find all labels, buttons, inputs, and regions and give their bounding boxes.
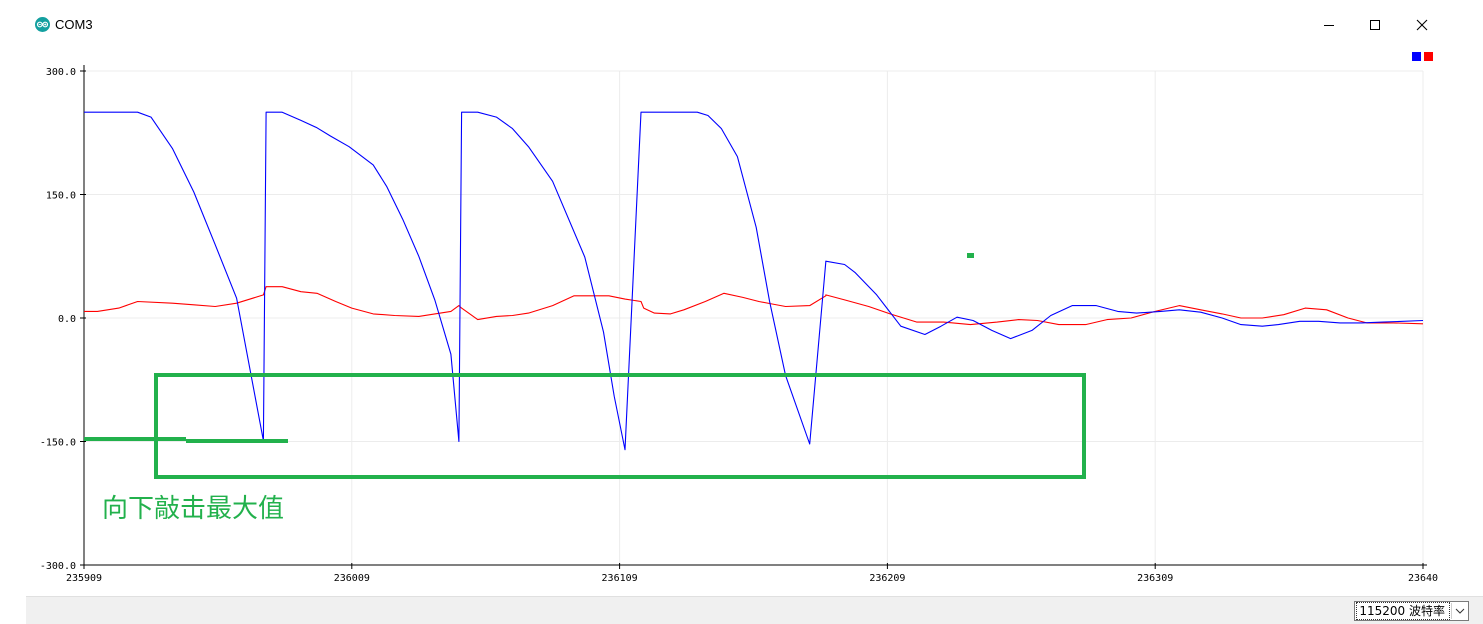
- annotation-label: 向下敲击最大值: [102, 494, 284, 524]
- chevron-down-icon[interactable]: [1451, 603, 1468, 619]
- x-tick-label: 235909: [66, 573, 102, 584]
- annotation-dot: [967, 253, 974, 258]
- minimize-icon[interactable]: [1316, 14, 1342, 36]
- x-tick-label: 236209: [869, 573, 905, 584]
- x-tick-label: 23640: [1408, 573, 1438, 584]
- x-tick-label: 236009: [334, 573, 370, 584]
- annotation: 向下敲击最大值: [84, 253, 1086, 524]
- x-tick-label: 236109: [602, 573, 638, 584]
- window-title: COM3: [55, 17, 93, 32]
- plot-series: [84, 111, 1424, 451]
- series-line-1: [84, 111, 1424, 451]
- plot-area: 300.0 150.0 0.0 -150.0 -300.0 235909 236009 236…: [26, 50, 1483, 596]
- legend: [1412, 52, 1433, 61]
- legend-swatch-1: [1412, 52, 1421, 61]
- close-icon[interactable]: [1409, 14, 1435, 36]
- serial-plotter-window: COM3 300.0 150.0 0.0 -150.0 -300.0 235909 2360…: [0, 0, 1483, 624]
- baud-rate-value: 115200 波特率: [1356, 602, 1450, 620]
- serial-plot-chart: 300.0 150.0 0.0 -150.0 -300.0235909 236009 236…: [40, 52, 1438, 584]
- y-tick-label: 150.0: [46, 191, 76, 202]
- bottom-bar: 115200 波特率: [26, 596, 1483, 624]
- title-bar[interactable]: COM3: [26, 0, 1483, 50]
- x-tick-label: 236309: [1137, 573, 1173, 584]
- series-line-2: [84, 286, 1424, 326]
- y-tick-label: -150.0: [40, 438, 76, 449]
- legend-swatch-2: [1424, 52, 1433, 61]
- arduino-icon: [35, 17, 50, 32]
- baud-rate-select[interactable]: 115200 波特率: [1354, 601, 1469, 621]
- y-tick-label: 0.0: [58, 314, 76, 325]
- y-tick-label: -300.0: [40, 561, 76, 572]
- left-edge: [0, 0, 27, 624]
- y-tick-label: 300.0: [46, 67, 76, 78]
- maximize-icon[interactable]: [1362, 14, 1388, 36]
